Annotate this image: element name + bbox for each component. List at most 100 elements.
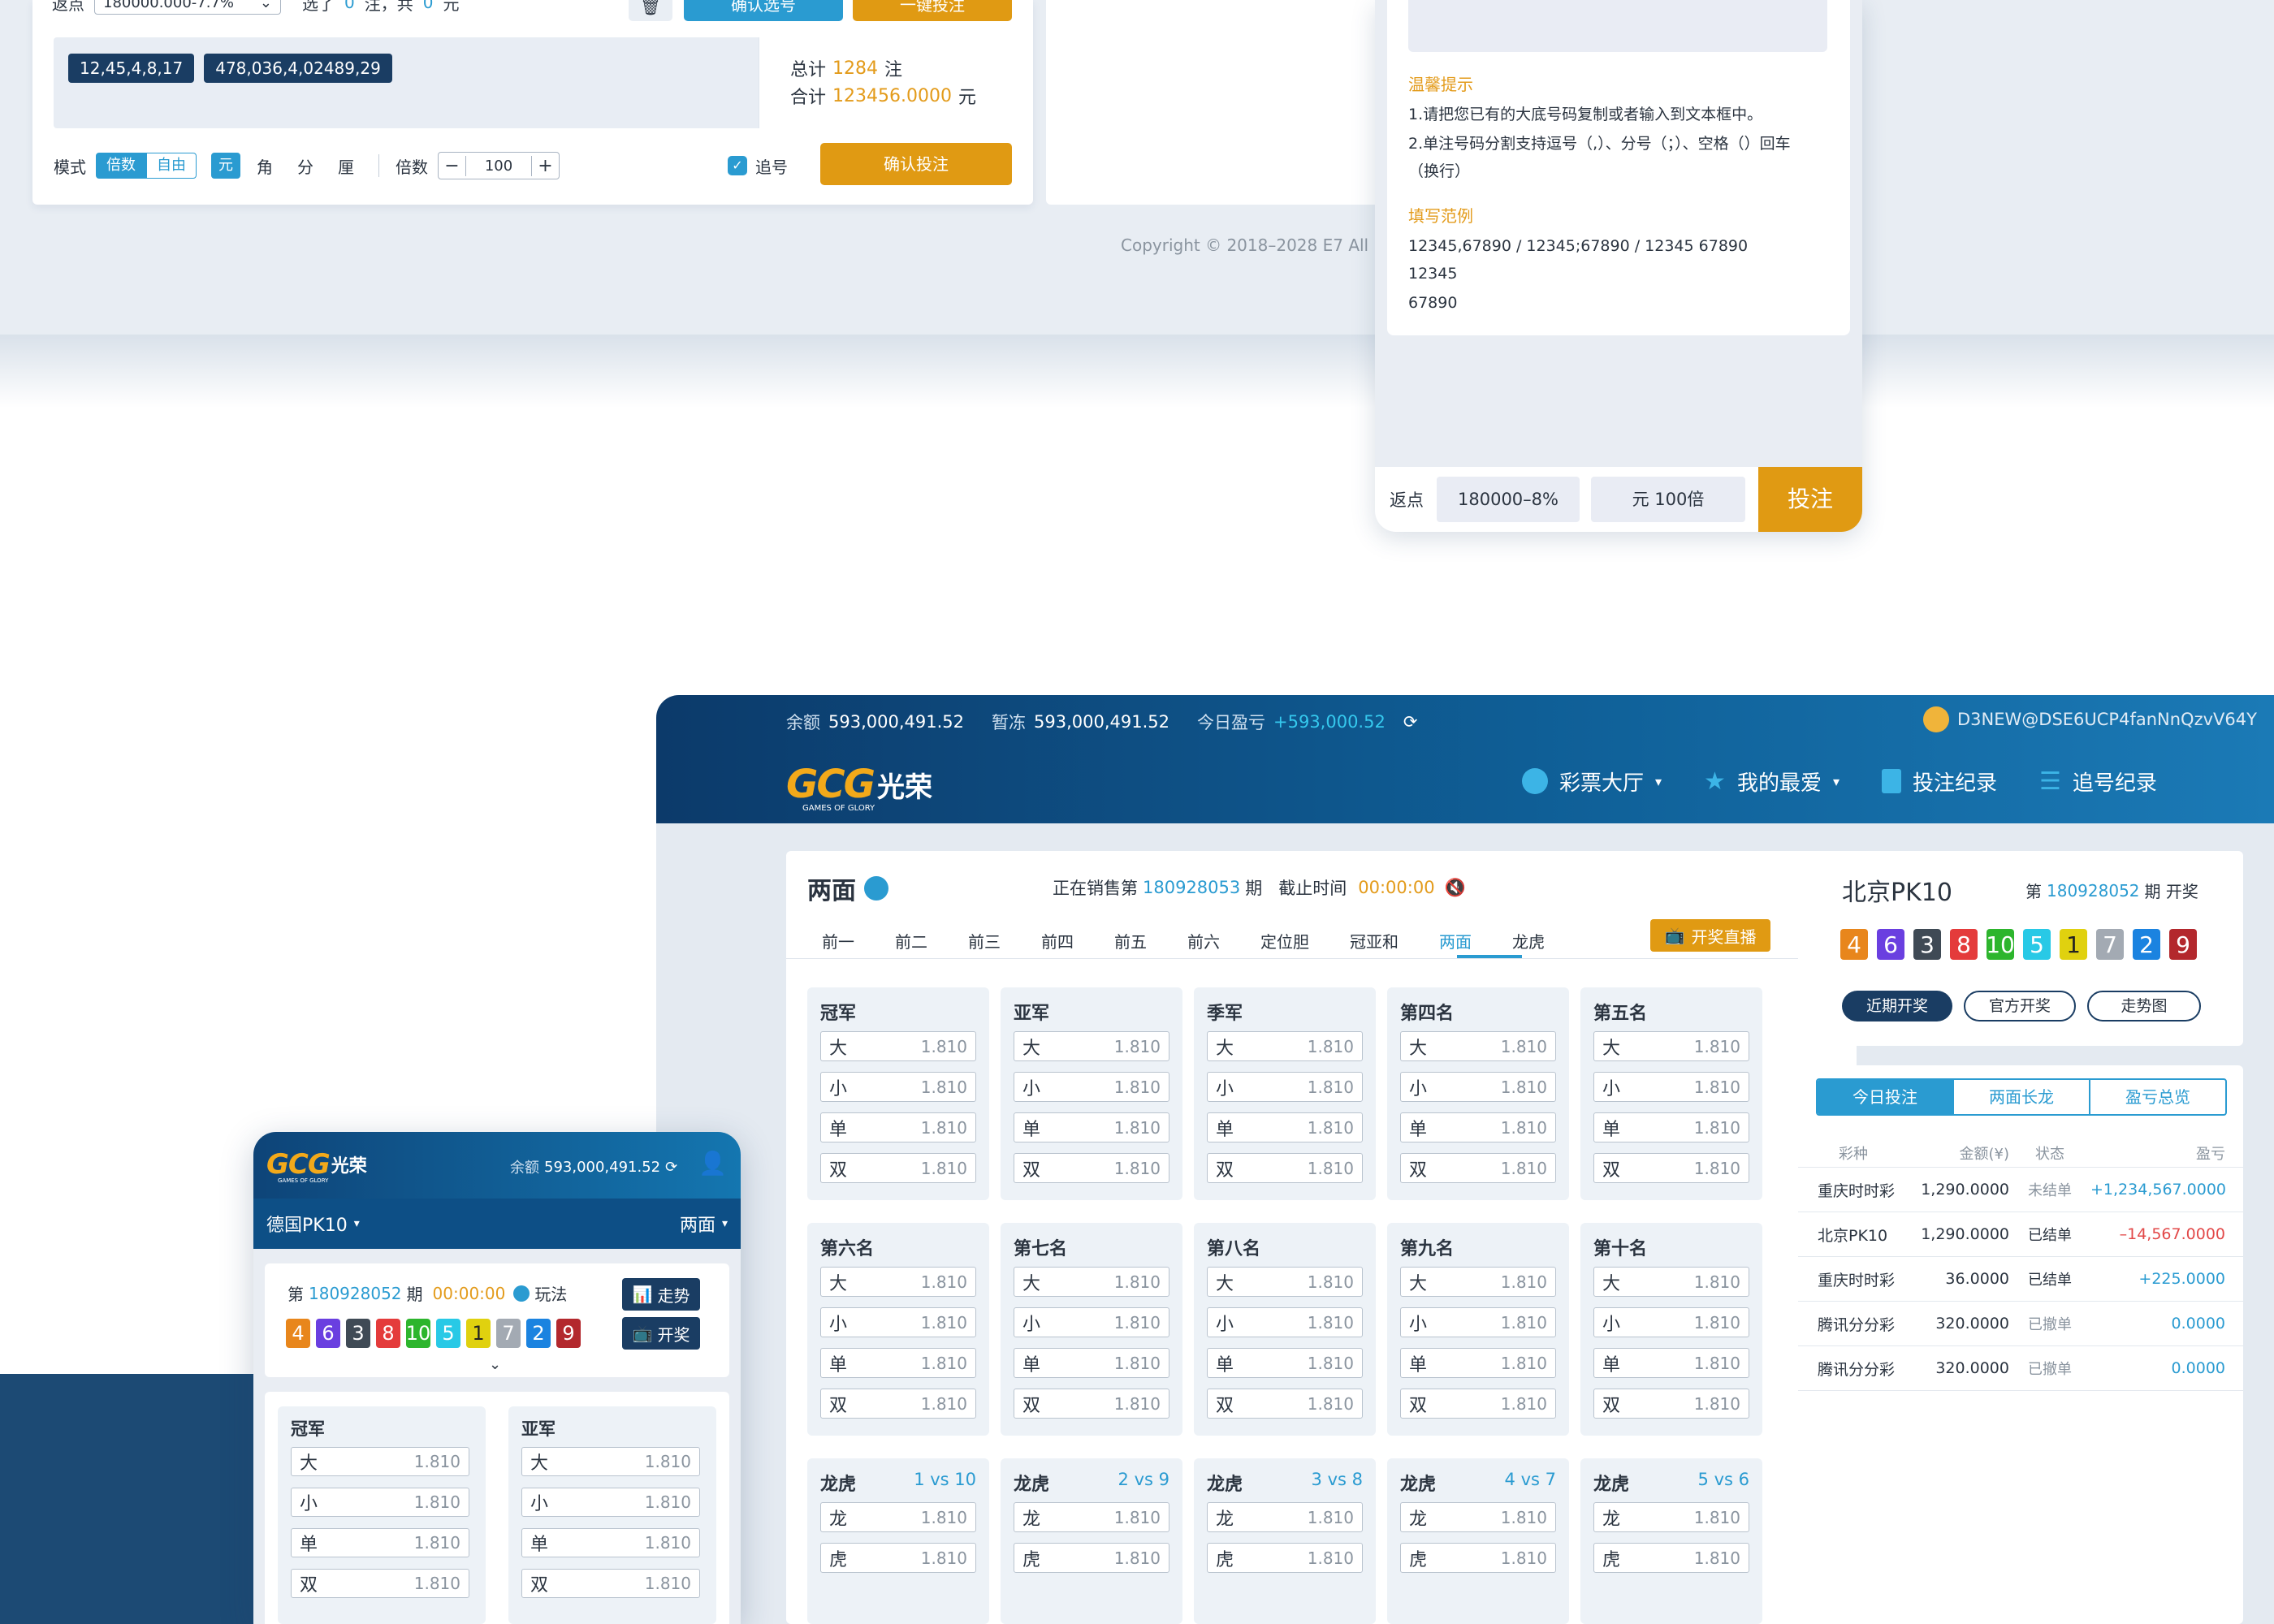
bet-option[interactable]: 小 1.810 (1207, 1072, 1363, 1102)
unit-li[interactable]: 厘 (338, 154, 354, 178)
bar-unit-select[interactable]: 元 100倍 (1591, 477, 1745, 522)
phone-lottery-select[interactable]: 德国PK10 ▾ (266, 1211, 360, 1237)
bet-option[interactable]: 双 1.810 (1593, 1153, 1749, 1183)
mode-free[interactable]: 自由 (146, 153, 197, 179)
bet-option[interactable]: 大 1.810 (521, 1447, 700, 1476)
chevron-down-icon[interactable]: ⌄ (489, 1356, 501, 1373)
refresh-icon[interactable]: ⟳ (1403, 712, 1418, 732)
bet-option[interactable]: 大 1.810 (1593, 1267, 1749, 1297)
bar-bet-button[interactable]: 投注 (1758, 467, 1862, 532)
bet-option[interactable]: 大 1.810 (1014, 1267, 1169, 1297)
bet-option[interactable]: 双 1.810 (1400, 1153, 1556, 1183)
recent-draw-button[interactable]: 近期开奖 (1842, 991, 1952, 1021)
tab-long-dragon[interactable]: 两面长龙 (1952, 1080, 2089, 1114)
bet-option[interactable]: 单 1.810 (1014, 1112, 1169, 1142)
phone-draw-button[interactable]: 📺 开奖 (622, 1317, 700, 1350)
bet-option[interactable]: 虎 1.810 (1014, 1543, 1169, 1573)
bet-option[interactable]: 单 1.810 (1207, 1348, 1363, 1378)
nav-favorites[interactable]: ★ 我的最爱 ▾ (1704, 767, 1840, 797)
tab-today-bets[interactable]: 今日投注 (1818, 1080, 1952, 1114)
bet-option[interactable]: 虎 1.810 (820, 1543, 976, 1573)
confirm-bet-button[interactable]: 确认投注 (820, 143, 1012, 185)
bet-option[interactable]: 小 1.810 (1014, 1307, 1169, 1337)
unit-fen[interactable]: 分 (297, 154, 313, 178)
bet-option[interactable]: 单 1.810 (820, 1112, 976, 1142)
bet-option[interactable]: 小 1.810 (820, 1072, 976, 1102)
minus-icon[interactable]: − (439, 155, 466, 176)
bet-option[interactable]: 大 1.810 (1593, 1031, 1749, 1061)
info-icon[interactable] (864, 876, 888, 901)
username[interactable]: D3NEW@DSE6UCP4fanNnQzvV64Y (1957, 710, 2257, 729)
live-draw-button[interactable]: 📺 开奖直播 (1650, 919, 1770, 952)
bet-option[interactable]: 双 1.810 (1593, 1389, 1749, 1419)
bet-option[interactable]: 单 1.810 (1400, 1348, 1556, 1378)
bet-option[interactable]: 龙 1.810 (1207, 1502, 1363, 1532)
plus-icon[interactable]: + (531, 155, 559, 176)
bet-option[interactable]: 龙 1.810 (820, 1502, 976, 1532)
bet-option[interactable]: 双 1.810 (1014, 1389, 1169, 1419)
nav-bet-records[interactable]: 投注纪录 (1882, 767, 1997, 797)
bet-option[interactable]: 双 1.810 (1400, 1389, 1556, 1419)
bet-option[interactable]: 小 1.810 (1400, 1072, 1556, 1102)
refresh-icon[interactable]: ⟳ (665, 1159, 677, 1176)
tab-longhu[interactable]: 龙虎 (1512, 929, 1545, 952)
bet-option[interactable]: 大 1.810 (1207, 1267, 1363, 1297)
bet-option[interactable]: 大 1.810 (1014, 1031, 1169, 1061)
bet-option[interactable]: 单 1.810 (521, 1528, 700, 1557)
bet-option[interactable]: 小 1.810 (1014, 1072, 1169, 1102)
bet-option[interactable]: 双 1.810 (1207, 1153, 1363, 1183)
tab-guanyahe[interactable]: 冠亚和 (1350, 929, 1399, 952)
logo[interactable]: GCG 光荣 GAMES OF GLORY (786, 762, 932, 813)
paste-textarea[interactable] (1408, 0, 1827, 52)
bet-option[interactable]: 小 1.810 (521, 1488, 700, 1517)
phone-logo[interactable]: GCG 光荣 GAMES OF GLORY (266, 1148, 367, 1184)
nav-chase-records[interactable]: ☰ 追号纪录 (2039, 767, 2157, 797)
bet-option[interactable]: 单 1.810 (1593, 1348, 1749, 1378)
nav-lottery-hall[interactable]: 彩票大厅 ▾ (1522, 767, 1662, 797)
phone-play-label[interactable]: 玩法 (534, 1281, 567, 1305)
chip[interactable]: 12,45,4,8,17 (68, 54, 195, 83)
bet-option[interactable]: 双 1.810 (1207, 1389, 1363, 1419)
tab-liangmian[interactable]: 两面 (1439, 929, 1472, 952)
tab-qian5[interactable]: 前五 (1114, 929, 1147, 952)
bet-option[interactable]: 单 1.810 (1400, 1112, 1556, 1142)
confirm-pick-button[interactable]: 确认选号 (684, 0, 843, 21)
trend-chart-button[interactable]: 走势图 (2087, 991, 2201, 1021)
bet-option[interactable]: 小 1.810 (1400, 1307, 1556, 1337)
tab-dingweidan[interactable]: 定位胆 (1260, 929, 1309, 952)
tab-pnl-overview[interactable]: 盈亏总览 (2089, 1080, 2225, 1114)
bet-option[interactable]: 小 1.810 (820, 1307, 976, 1337)
bet-option[interactable]: 大 1.810 (291, 1447, 469, 1476)
mode-multiple[interactable]: 倍数 (96, 153, 146, 179)
chip[interactable]: 478,036,4,02489,29 (204, 54, 392, 83)
rebate-select[interactable]: 180000.000-7.7% ⌄ (94, 0, 281, 15)
trash-icon[interactable]: 🗑 (629, 0, 672, 21)
bet-option[interactable]: 单 1.810 (1207, 1112, 1363, 1142)
bar-rebate-select[interactable]: 180000–8% (1437, 477, 1580, 522)
bet-option[interactable]: 双 1.810 (820, 1153, 976, 1183)
bet-option[interactable]: 双 1.810 (820, 1389, 976, 1419)
tab-qian3[interactable]: 前三 (968, 929, 1001, 952)
bet-option[interactable]: 大 1.810 (1400, 1267, 1556, 1297)
bet-option[interactable]: 小 1.810 (291, 1488, 469, 1517)
bet-option[interactable]: 小 1.810 (1207, 1307, 1363, 1337)
unit-yuan[interactable]: 元 (211, 153, 240, 179)
user-icon[interactable]: 👤 (698, 1151, 727, 1176)
bet-option[interactable]: 虎 1.810 (1400, 1543, 1556, 1573)
bet-option[interactable]: 双 1.810 (521, 1569, 700, 1598)
bet-option[interactable]: 小 1.810 (1593, 1072, 1749, 1102)
bet-option[interactable]: 大 1.810 (820, 1267, 976, 1297)
bet-option[interactable]: 小 1.810 (1593, 1307, 1749, 1337)
bet-option[interactable]: 龙 1.810 (1400, 1502, 1556, 1532)
bet-option[interactable]: 双 1.810 (1014, 1153, 1169, 1183)
bet-option[interactable]: 大 1.810 (1400, 1031, 1556, 1061)
tab-qian6[interactable]: 前六 (1187, 929, 1220, 952)
unit-jiao[interactable]: 角 (257, 154, 273, 178)
one-click-bet-button[interactable]: 一键投注 (853, 0, 1012, 21)
mute-icon[interactable]: 🔇 (1445, 878, 1466, 898)
bet-option[interactable]: 单 1.810 (291, 1528, 469, 1557)
phone-play-select[interactable]: 两面 ▾ (680, 1211, 728, 1237)
multiple-value[interactable]: 100 (466, 158, 531, 175)
tab-qian1[interactable]: 前一 (822, 929, 854, 952)
tab-qian4[interactable]: 前四 (1041, 929, 1074, 952)
